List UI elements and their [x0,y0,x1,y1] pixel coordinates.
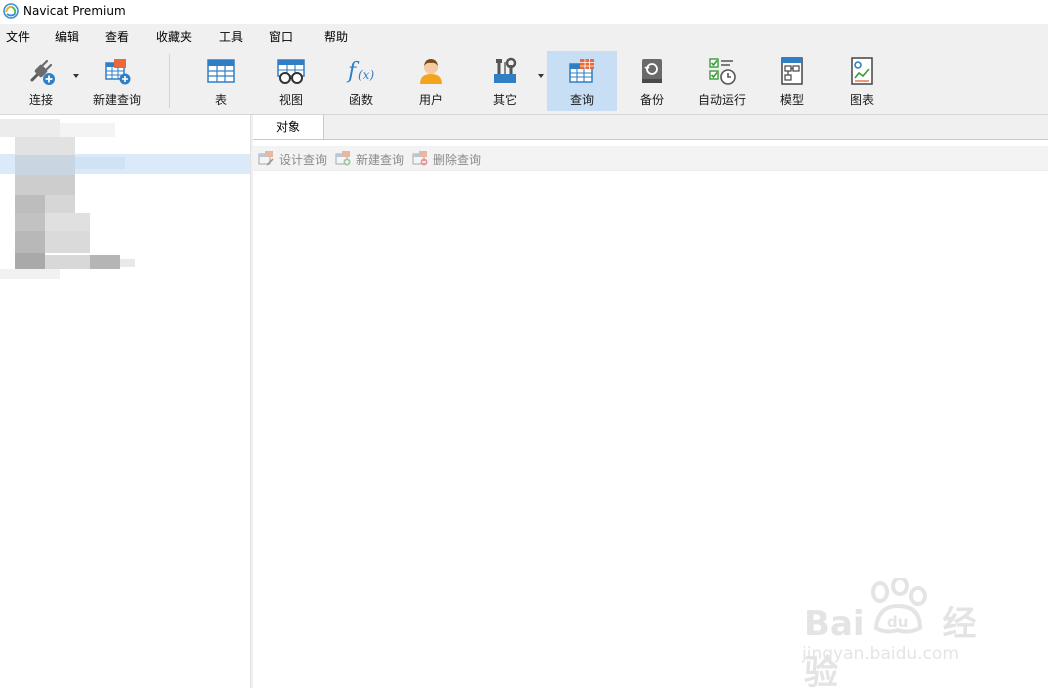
query-button[interactable]: 查询 [547,51,617,111]
other-dropdown-caret-icon[interactable] [537,72,545,80]
menu-tools[interactable]: 工具 [219,28,243,45]
backup-label: 备份 [639,93,664,107]
view-button[interactable]: 视图 [258,51,324,111]
new-query-label: 新建查询 [356,153,405,167]
new-query-toolbar-button[interactable]: 新建查询 [84,51,150,111]
menu-file[interactable]: 文件 [6,28,30,45]
chart-button[interactable]: 图表 [830,51,894,111]
other-button[interactable]: 其它 [472,51,538,111]
menu-favorites[interactable]: 收藏夹 [156,28,192,45]
backup-drive-icon [642,59,662,83]
menu-edit[interactable]: 编辑 [55,28,79,45]
new-query-icon [105,59,131,85]
object-toolbar: 设计查询 新建查询 删除查询 [253,146,1048,171]
new-query-button[interactable]: 新建查询 [335,149,409,167]
chart-label: 图表 [849,93,874,107]
navicat-logo-icon [3,3,19,19]
svg-text:(x): (x) [358,68,374,82]
view-label: 视图 [278,93,303,107]
menu-bar: 文件 编辑 查看 收藏夹 工具 窗口 帮助 [0,24,1048,48]
new-query-toolbar-label: 新建查询 [92,93,141,107]
design-query-label: 设计查询 [279,153,328,167]
automation-button[interactable]: 自动运行 [688,51,756,111]
connect-button[interactable]: 连接 [14,51,68,111]
table-icon [207,59,235,83]
tools-icon [494,57,517,83]
delete-query-icon [412,151,428,166]
other-label: 其它 [492,93,517,107]
menu-help[interactable]: 帮助 [324,28,348,45]
user-icon [420,59,442,84]
backup-button[interactable]: 备份 [620,51,684,111]
baidu-jingyan-watermark: du Bai 经验 jingyan.baidu.com [800,578,1000,693]
model-diagram-icon [781,57,803,85]
design-query-icon [258,151,274,166]
query-icon [569,59,594,83]
function-fx-icon: f (x) [346,59,374,84]
title-bar: Navicat Premium [0,0,1048,24]
automation-label: 自动运行 [697,93,746,107]
chart-icon [851,57,873,85]
main-toolbar: 连接 新建查询 表 视图 f (x) 函数 用户 其它 查询 备份 自动运行 模… [0,48,1048,115]
connection-tree-pane[interactable] [0,115,251,688]
tab-objects[interactable]: 对象 [253,115,324,139]
window-title: Navicat Premium [23,4,126,18]
toolbar-separator [169,54,170,108]
menu-window[interactable]: 窗口 [269,28,293,45]
design-query-button[interactable]: 设计查询 [258,149,332,167]
query-label: 查询 [569,93,594,107]
model-label: 模型 [779,93,804,107]
connect-dropdown-caret-icon[interactable] [72,72,80,80]
function-label: 函数 [348,93,373,107]
delete-query-label: 删除查询 [433,153,482,167]
tab-bar: 对象 [253,115,1048,140]
user-button[interactable]: 用户 [398,51,464,111]
table-button[interactable]: 表 [188,51,254,111]
connect-label: 连接 [28,93,53,107]
watermark-url: jingyan.baidu.com [802,644,959,664]
view-glasses-icon [277,59,305,84]
automation-schedule-icon [709,58,736,85]
plug-connect-icon [30,59,55,85]
menu-view[interactable]: 查看 [105,28,129,45]
new-query-small-icon [335,151,351,166]
blurred-tree-content [0,115,140,285]
function-button[interactable]: f (x) 函数 [328,51,394,111]
user-label: 用户 [418,93,443,107]
table-label: 表 [214,93,227,107]
delete-query-button[interactable]: 删除查询 [412,149,486,167]
model-button[interactable]: 模型 [760,51,824,111]
